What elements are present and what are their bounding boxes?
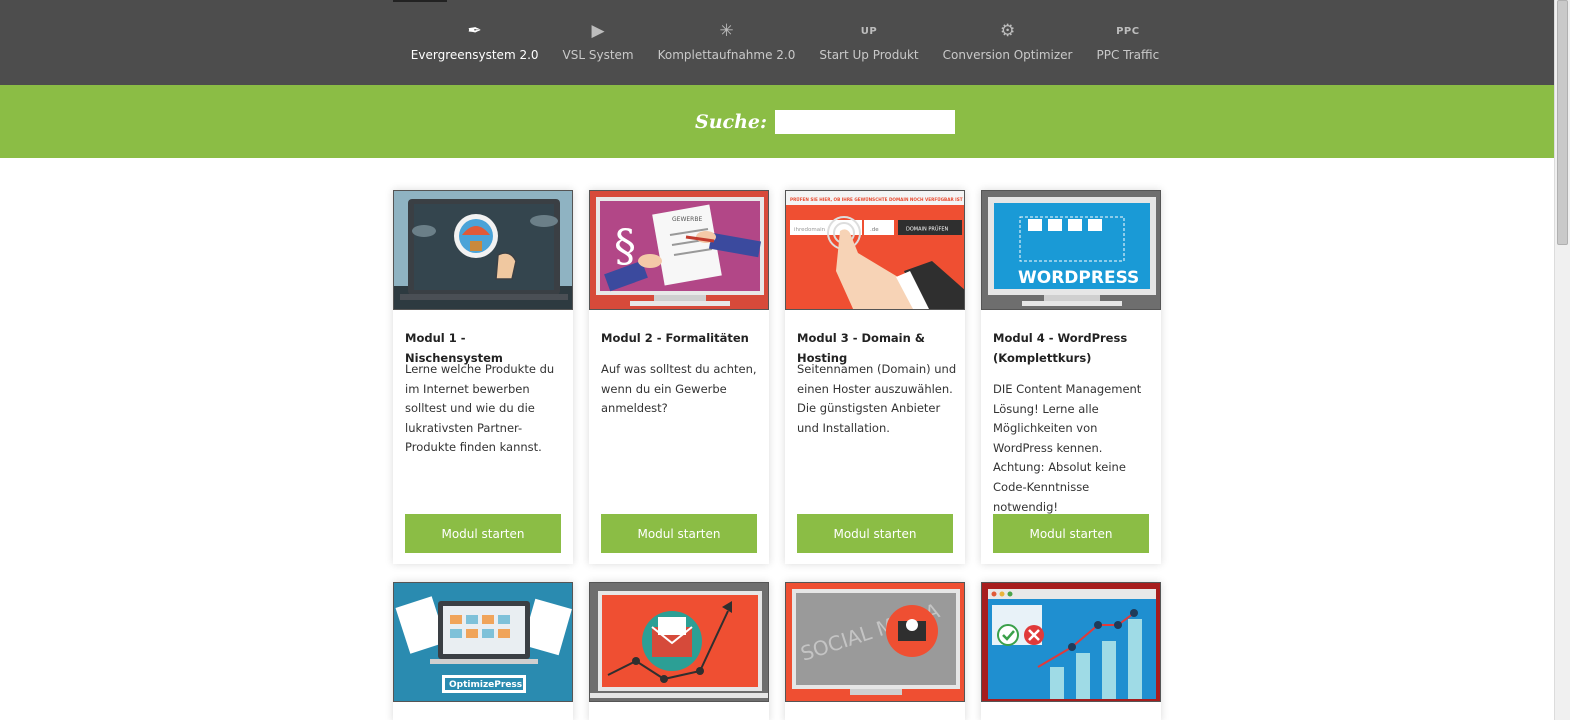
search-bar: Suche: [0, 85, 1570, 158]
vertical-scrollbar[interactable] [1554, 0, 1570, 720]
start-module-button[interactable]: Modul starten [601, 514, 757, 553]
module-description: Lerne welche Produkte du im Internet bew… [405, 362, 555, 455]
film-icon: ▶ [591, 21, 605, 41]
page: ✒ Evergreensystem 2.0 ▶ VSL System ✳ Kom… [0, 0, 1588, 720]
nav-label: PPC Traffic [1096, 48, 1160, 62]
nav-item-ppc-traffic[interactable]: PPC PPC Traffic [1084, 0, 1171, 85]
module-card-8 [981, 582, 1161, 720]
module-card-3: PRÜFEN SIE HIER, OB IHRE GEWÜNSCHTE DOMA… [785, 190, 965, 564]
module-card-7: SOCIAL MEDIA [785, 582, 965, 720]
module-card-6 [589, 582, 769, 720]
search-input[interactable] [775, 109, 956, 134]
nav-item-start-up-produkt[interactable]: UP Start Up Produkt [807, 0, 930, 85]
network-icon: ✳ [719, 21, 734, 41]
wordpress-text: WORDPRESS [1018, 268, 1139, 288]
module-card-4: WORDPRESS Modul 4 - WordPress (Komplettk… [981, 190, 1161, 564]
domain-field-text: ihredomain [794, 227, 826, 233]
top-navigation: ✒ Evergreensystem 2.0 ▶ VSL System ✳ Kom… [0, 0, 1570, 85]
ppc-icon: PPC [1116, 25, 1140, 37]
module-image-wordpress[interactable]: WORDPRESS [981, 190, 1161, 310]
module-image-social-media[interactable]: SOCIAL MEDIA [785, 582, 965, 702]
nav-label: Evergreensystem 2.0 [410, 48, 539, 62]
module-title: Modul 2 - Formalitäten [601, 331, 749, 345]
nav-label: Komplettaufnahme 2.0 [657, 48, 796, 62]
module-description: DIE Content Management Lösung! Lerne all… [993, 382, 1142, 514]
nav-item-komplettaufnahme[interactable]: ✳ Komplettaufnahme 2.0 [646, 0, 808, 85]
gear-icon: ⚙ [999, 21, 1016, 41]
start-module-button[interactable]: Modul starten [405, 514, 561, 553]
nav-label: Conversion Optimizer [942, 48, 1073, 62]
nav-item-vsl-system[interactable]: ▶ VSL System [551, 0, 646, 85]
module-description: Auf was solltest du achten, wenn du ein … [601, 362, 757, 416]
module-card-2: § GEWERBE Modul 2 - Formalitäten Auf was… [589, 190, 769, 564]
search-label: Suche: [694, 110, 768, 133]
domain-select-text: .de [870, 227, 879, 233]
module-card-1: Modul 1 - Nischensystem Lerne welche Pro… [393, 190, 573, 564]
nav-label: Start Up Produkt [819, 48, 919, 62]
scroll-thumb[interactable] [1557, 0, 1568, 245]
module-image-formalitaeten[interactable]: § GEWERBE [589, 190, 769, 310]
up-icon: UP [860, 25, 878, 37]
nav-label: VSL System [562, 48, 634, 62]
feather-icon: ✒ [467, 21, 482, 41]
module-image-optimizepress[interactable]: OptimizePress [393, 582, 573, 702]
module-image-nischensystem[interactable] [393, 190, 573, 310]
optimizepress-text: OptimizePress [449, 680, 522, 690]
module-image-domain-hosting[interactable]: PRÜFEN SIE HIER, OB IHRE GEWÜNSCHTE DOMA… [785, 190, 965, 310]
nav-item-evergreensystem[interactable]: ✒ Evergreensystem 2.0 [399, 0, 551, 85]
gewerbe-text: GEWERBE [672, 216, 702, 223]
domain-banner-text: PRÜFEN SIE HIER, OB IHRE GEWÜNSCHTE DOMA… [790, 197, 963, 202]
start-module-button[interactable]: Modul starten [797, 514, 953, 553]
module-description: Seitennamen (Domain) und einen Hoster au… [797, 362, 957, 435]
nav-item-conversion-optimizer[interactable]: ⚙ Conversion Optimizer [931, 0, 1085, 85]
module-card-5: OptimizePress [393, 582, 573, 720]
module-title: Modul 4 - WordPress (Komplettkurs) [993, 331, 1128, 365]
domain-button-text: DOMAIN PRÜFEN [906, 226, 949, 233]
module-image-email-marketing[interactable] [589, 582, 769, 702]
module-image-analytics[interactable] [981, 582, 1161, 702]
nav-items: ✒ Evergreensystem 2.0 ▶ VSL System ✳ Kom… [0, 0, 1570, 85]
start-module-button[interactable]: Modul starten [993, 514, 1149, 553]
window-edge [1570, 0, 1588, 720]
